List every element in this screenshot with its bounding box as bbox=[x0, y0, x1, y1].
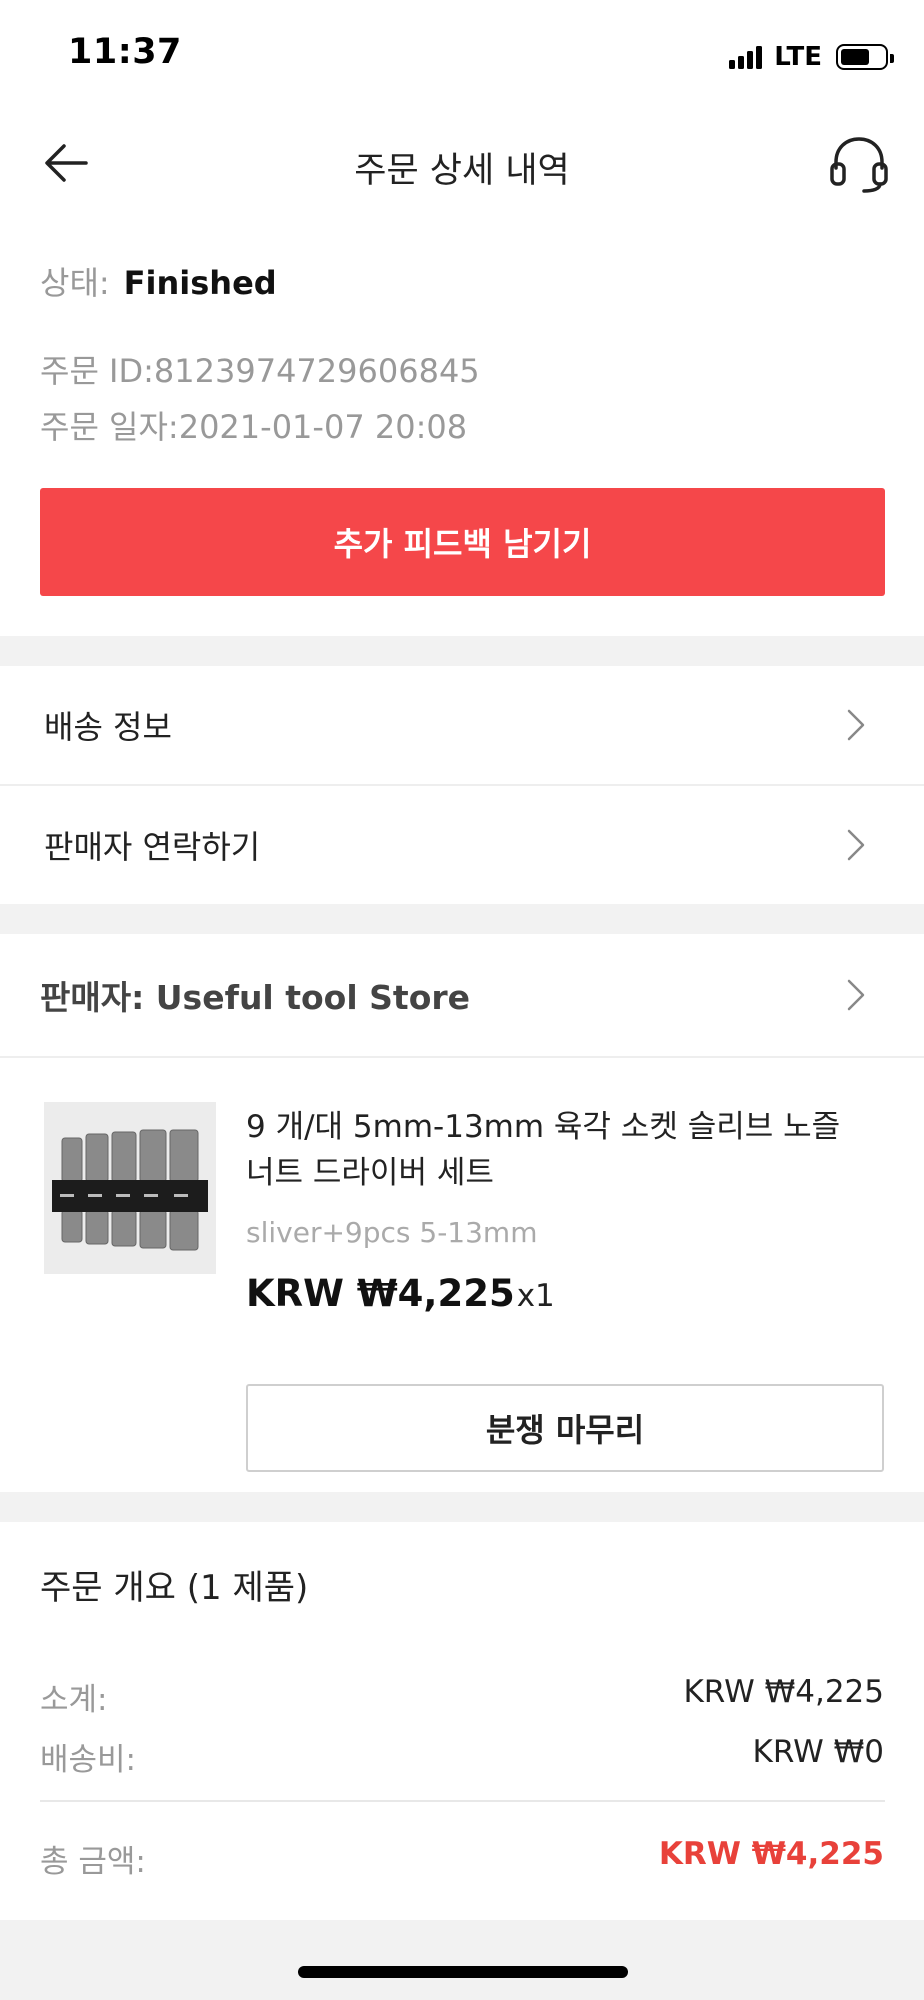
signal-icon bbox=[729, 45, 763, 69]
customer-support-button[interactable] bbox=[828, 134, 890, 194]
home-indicator[interactable] bbox=[298, 1966, 628, 1978]
summary-divider bbox=[40, 1800, 885, 1802]
status-value: Finished bbox=[123, 264, 277, 302]
status-time: 11:37 bbox=[68, 32, 182, 72]
total-label: 총 금액: bbox=[40, 1844, 146, 1880]
chevron-right-icon bbox=[847, 709, 865, 741]
product-quantity: x1 bbox=[516, 1278, 555, 1314]
total-value: KRW ₩4,225 bbox=[658, 1836, 884, 1872]
shipping-fee-value: KRW ₩0 bbox=[752, 1734, 885, 1770]
chevron-right-icon bbox=[847, 829, 865, 861]
product-image[interactable] bbox=[44, 1102, 216, 1274]
shipping-fee-label: 배송비: bbox=[40, 1742, 137, 1778]
battery-icon bbox=[836, 44, 894, 70]
section-divider bbox=[0, 904, 924, 934]
product-title[interactable]: 9 개/대 5mm-13mm 육각 소켓 슬리브 노즐 너트 드라이버 세트 bbox=[246, 1104, 876, 1196]
order-summary-title: 주문 개요 (1 제품) bbox=[40, 1568, 309, 1608]
page-title: 주문 상세 내역 bbox=[354, 151, 570, 191]
shipping-info-row[interactable]: 배송 정보 bbox=[0, 666, 924, 784]
bottom-area bbox=[0, 1920, 924, 2000]
shipping-info-label: 배송 정보 bbox=[44, 708, 172, 746]
subtotal-label: 소계: bbox=[40, 1682, 108, 1718]
contact-seller-row[interactable]: 판매자 연락하기 bbox=[0, 786, 924, 904]
section-divider bbox=[0, 636, 924, 666]
product-variant: sliver+9pcs 5-13mm bbox=[246, 1216, 538, 1249]
order-date: 주문 일자:2021-01-07 20:08 bbox=[40, 408, 468, 446]
socket-set-image bbox=[44, 1102, 216, 1274]
status-bar: 11:37 LTE bbox=[0, 0, 924, 110]
product-price-line: KRW ₩4,225x1 bbox=[246, 1272, 555, 1315]
leave-feedback-button[interactable]: 추가 피드백 남기기 bbox=[40, 488, 885, 596]
headset-icon bbox=[830, 137, 888, 193]
status-indicators: LTE bbox=[729, 40, 894, 74]
subtotal-value: KRW ₩4,225 bbox=[683, 1674, 884, 1710]
contact-seller-label: 판매자 연락하기 bbox=[44, 828, 261, 866]
section-divider bbox=[0, 1492, 924, 1522]
order-id: 주문 ID:8123974729606845 bbox=[40, 352, 480, 390]
status-label: 상태: bbox=[40, 264, 110, 302]
close-dispute-button[interactable]: 분쟁 마무리 bbox=[246, 1384, 884, 1472]
seller-name: 판매자: Useful tool Store bbox=[40, 978, 471, 1017]
page-header: 주문 상세 내역 bbox=[0, 110, 924, 215]
order-status: 상태: Finished bbox=[40, 258, 277, 304]
chevron-right-icon bbox=[847, 979, 865, 1011]
product-price: KRW ₩4,225 bbox=[246, 1272, 515, 1315]
seller-row[interactable]: 판매자: Useful tool Store bbox=[0, 934, 924, 1056]
network-type: LTE bbox=[774, 42, 822, 72]
row-divider bbox=[0, 1056, 924, 1058]
